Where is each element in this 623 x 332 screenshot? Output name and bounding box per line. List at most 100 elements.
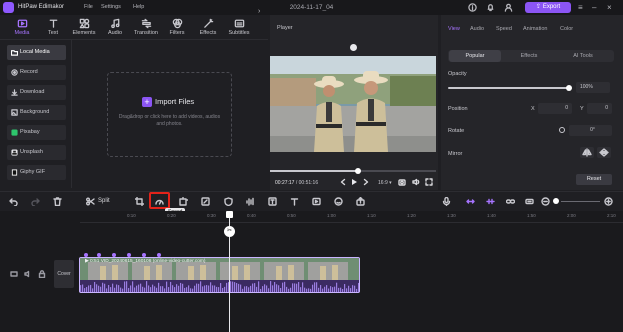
- sidebar-item-record[interactable]: Record: [7, 65, 66, 80]
- chain-link-icon[interactable]: [506, 197, 515, 206]
- chevron-right-icon[interactable]: ›: [258, 8, 260, 15]
- tab-subtitles[interactable]: Subtitles: [224, 15, 254, 40]
- crop-icon[interactable]: [135, 197, 144, 206]
- mirror-horizontal-button[interactable]: [580, 147, 594, 158]
- tab-view[interactable]: View: [448, 26, 460, 32]
- position-x-field[interactable]: 0: [538, 103, 572, 114]
- sidebar-item-download[interactable]: Download: [7, 85, 66, 100]
- tab-audio[interactable]: Audio: [100, 15, 130, 40]
- tab-filters[interactable]: Filters: [162, 15, 192, 40]
- close-window-icon[interactable]: ×: [607, 3, 612, 12]
- tab-animation[interactable]: Animation: [523, 26, 547, 32]
- zoom-out-icon[interactable]: [541, 197, 550, 206]
- subtitle-tool-icon[interactable]: [312, 197, 321, 206]
- volume-icon[interactable]: [412, 178, 420, 186]
- sidebar-item-unsplash[interactable]: Unsplash: [7, 145, 66, 160]
- timeline-zoom-slider[interactable]: [561, 201, 600, 202]
- tab-transition[interactable]: Transition: [131, 15, 161, 40]
- opacity-field[interactable]: 100%: [576, 82, 610, 93]
- fullscreen-icon[interactable]: [425, 178, 433, 186]
- tab-effects[interactable]: Effects: [193, 15, 223, 40]
- freeze-frame-icon[interactable]: [179, 197, 188, 206]
- mirror-vertical-button[interactable]: [597, 147, 611, 158]
- import-files-button[interactable]: + Import Files: [142, 97, 194, 108]
- position-y-field[interactable]: 0: [587, 103, 612, 114]
- face-tool-icon[interactable]: [334, 197, 343, 206]
- play-icon[interactable]: [350, 178, 358, 186]
- opacity-slider[interactable]: [448, 87, 570, 89]
- keyframe-marker[interactable]: [142, 253, 146, 257]
- plus-icon: +: [142, 97, 152, 108]
- scissors-icon[interactable]: ✂: [224, 226, 235, 237]
- undo-icon[interactable]: [9, 197, 18, 206]
- subtab-ai-tools[interactable]: AI Tools: [557, 50, 609, 62]
- sidebar-item-giphy[interactable]: Giphy GIF: [7, 165, 66, 180]
- tab-media[interactable]: Media: [7, 15, 37, 40]
- reset-button[interactable]: Reset: [576, 174, 612, 185]
- link-clips-icon[interactable]: [466, 197, 475, 206]
- delete-icon[interactable]: [53, 197, 62, 206]
- split-button[interactable]: Split: [98, 198, 110, 204]
- tab-elements[interactable]: Elements: [69, 15, 99, 40]
- zoom-in-icon[interactable]: [604, 197, 613, 206]
- tab-audio-props[interactable]: Audio: [470, 26, 484, 32]
- waveform-bar: [206, 285, 208, 292]
- next-frame-icon[interactable]: [362, 178, 370, 186]
- text-tool-icon[interactable]: [268, 197, 277, 206]
- tab-text[interactable]: Text: [38, 15, 68, 40]
- subtab-popular[interactable]: Popular: [449, 50, 501, 62]
- rotate-icon[interactable]: [201, 197, 210, 206]
- cover-button[interactable]: Cover: [54, 260, 74, 288]
- keyframe-marker[interactable]: [112, 253, 116, 257]
- waveform-bar: [252, 283, 254, 292]
- keyframe-marker[interactable]: [127, 253, 131, 257]
- export-button[interactable]: ⇪ Export: [525, 2, 571, 13]
- rotate-handle[interactable]: [350, 44, 357, 51]
- timeline-ruler[interactable]: [80, 211, 623, 223]
- keyframe-marker[interactable]: [157, 253, 161, 257]
- waveform-bar: [110, 287, 112, 292]
- rotate-field[interactable]: 0°: [569, 125, 612, 136]
- export-clip-icon[interactable]: [356, 197, 365, 206]
- subtab-effects[interactable]: Effects: [503, 50, 555, 62]
- ruler-tick-label: 1:20: [407, 213, 416, 218]
- track-display-icon[interactable]: [10, 270, 18, 278]
- keyframe-marker[interactable]: [84, 253, 88, 257]
- menu-icon[interactable]: ≡: [578, 3, 583, 12]
- split-icon[interactable]: [86, 197, 95, 206]
- opacity-slider-handle[interactable]: [566, 85, 572, 91]
- player-label: Player: [277, 25, 293, 31]
- mask-icon[interactable]: [224, 197, 233, 206]
- minimize-icon[interactable]: –: [592, 3, 596, 12]
- notification-icon[interactable]: [486, 3, 495, 12]
- magnet-icon[interactable]: [486, 197, 495, 206]
- rotate-dial-icon[interactable]: [559, 127, 565, 133]
- fit-timeline-icon[interactable]: [525, 197, 534, 206]
- sidebar-item-background[interactable]: Background: [7, 105, 66, 120]
- track-lock-icon[interactable]: [38, 270, 46, 278]
- audio-wave-icon[interactable]: [246, 197, 255, 206]
- snapshot-icon[interactable]: [398, 178, 406, 186]
- redo-icon[interactable]: [31, 197, 40, 206]
- user-avatar-icon[interactable]: [504, 3, 513, 12]
- tab-color[interactable]: Color: [560, 26, 573, 32]
- video-preview[interactable]: [270, 56, 436, 152]
- waveform-bar: [202, 286, 204, 292]
- ruler-tick-label: 0:40: [247, 213, 256, 218]
- sidebar-item-pixabay[interactable]: Pixabay: [7, 125, 66, 140]
- sidebar-item-local-media[interactable]: Local Media: [7, 45, 66, 60]
- player-seek-handle[interactable]: [354, 168, 361, 174]
- waveform-bar: [204, 285, 206, 292]
- title-tool-icon[interactable]: [290, 197, 299, 206]
- info-icon[interactable]: [468, 3, 477, 12]
- aspect-ratio-select[interactable]: 16:9 ▾: [378, 180, 392, 186]
- prev-frame-icon[interactable]: [339, 178, 347, 186]
- waveform-bar: [320, 285, 322, 292]
- waveform-bar: [164, 288, 166, 292]
- keyframe-marker[interactable]: [97, 253, 101, 257]
- track-mute-icon[interactable]: [24, 270, 32, 278]
- timeline-zoom-handle[interactable]: [553, 198, 559, 204]
- tab-speed[interactable]: Speed: [496, 26, 512, 32]
- microphone-icon[interactable]: [442, 197, 451, 206]
- playhead-handle[interactable]: [226, 211, 233, 218]
